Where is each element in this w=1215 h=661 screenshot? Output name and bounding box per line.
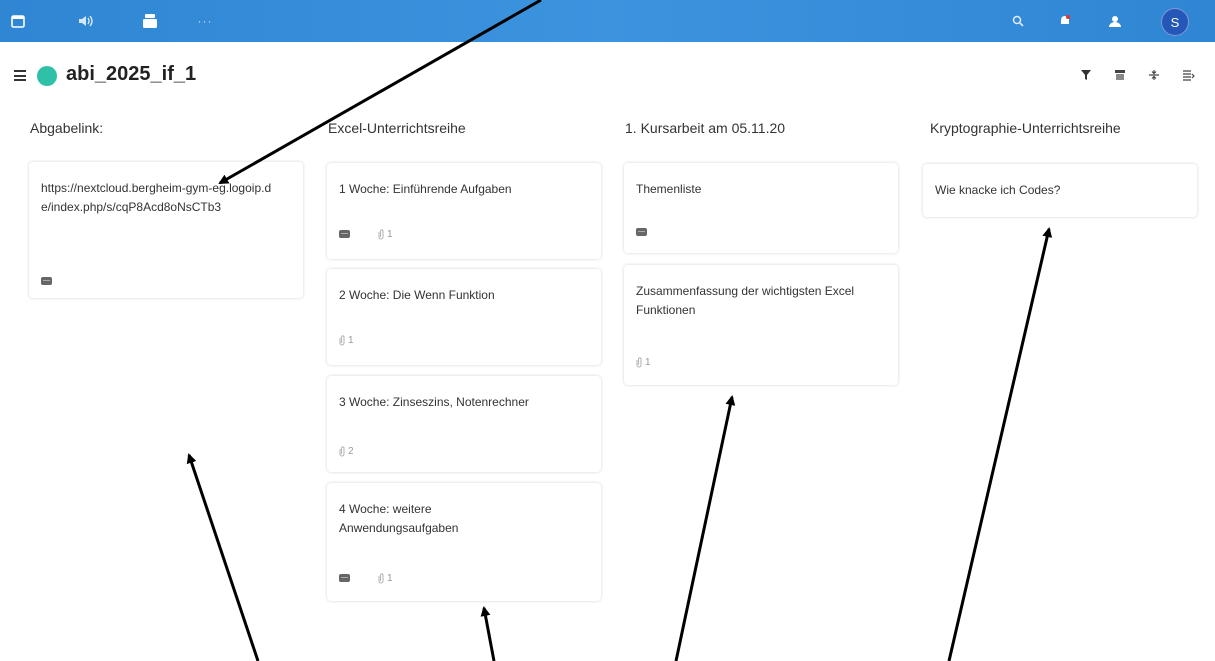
paperclip-icon: [636, 356, 642, 367]
notifications-icon[interactable]: [1057, 11, 1073, 31]
comment-icon: [636, 228, 647, 236]
stack-title: Excel-Unterrichtsreihe: [328, 120, 466, 136]
comment-icon: [339, 574, 350, 582]
stack-title: Abgabelink:: [30, 120, 104, 136]
card-title: 1 Woche: Einführende Aufgaben: [339, 182, 512, 196]
calendar-icon[interactable]: [10, 11, 26, 31]
card-title: Wie knacke ich Codes?: [935, 183, 1061, 197]
attachment-badge: 1: [378, 573, 393, 584]
card-title: Zusammenfassung der wichtigsten Excel Fu…: [636, 284, 855, 317]
card-title: Themenliste: [636, 182, 702, 196]
card[interactable]: Zusammenfassung der wichtigsten Excel Fu…: [624, 265, 898, 385]
audio-icon[interactable]: [76, 11, 96, 31]
card-title: 4 Woche: weitere Anwendungsaufgaben: [339, 502, 459, 535]
attachment-badge: 1: [636, 357, 651, 368]
arrow: [947, 227, 1053, 661]
details-icon[interactable]: [1182, 68, 1196, 82]
attachment-count: 1: [645, 356, 651, 368]
avatar-initial: S: [1170, 14, 1180, 30]
card[interactable]: 2 Woche: Die Wenn Funktion 1: [327, 269, 601, 365]
stack-title: Kryptographie-Unterrichtsreihe: [930, 120, 1121, 136]
search-icon[interactable]: [1010, 11, 1026, 31]
paperclip-icon: [339, 445, 345, 456]
top-navigation-bar: ··· S: [0, 0, 1215, 42]
contacts-icon[interactable]: [1107, 11, 1123, 31]
card[interactable]: Themenliste: [624, 163, 898, 253]
arrow: [674, 395, 736, 661]
board-color-dot: [37, 66, 57, 86]
archive-icon[interactable]: [1114, 68, 1128, 82]
attachment-count: 1: [387, 572, 393, 584]
more-icon[interactable]: ···: [195, 11, 215, 31]
paperclip-icon: [339, 334, 345, 345]
attachment-badge: 1: [378, 229, 393, 240]
filter-icon[interactable]: [1080, 68, 1094, 82]
arrow: [480, 606, 496, 661]
deck-icon[interactable]: [140, 11, 160, 31]
paperclip-icon: [378, 228, 384, 239]
card[interactable]: 3 Woche: Zinseszins, Notenrechner 2: [327, 376, 601, 472]
stack-title: 1. Kursarbeit am 05.11.20: [625, 120, 786, 136]
menu-icon[interactable]: [14, 70, 26, 81]
stack-kursarbeit: 1. Kursarbeit am 05.11.20: [623, 118, 903, 138]
board-title: abi_2025_if_1: [66, 63, 197, 85]
comment-icon: [339, 230, 350, 238]
comment-icon: [41, 277, 52, 285]
card[interactable]: Wie knacke ich Codes?: [923, 164, 1197, 217]
stack-abgabelink: Abgabelink:: [28, 118, 308, 138]
board-header: abi_2025_if_1: [0, 58, 1215, 94]
card[interactable]: 4 Woche: weitere Anwendungsaufgaben 1: [327, 483, 601, 601]
user-avatar[interactable]: S: [1161, 8, 1189, 36]
card[interactable]: https://nextcloud.bergheim-gym-eg.logoip…: [29, 162, 303, 298]
collapse-icon[interactable]: [1148, 68, 1162, 82]
card-title: https://nextcloud.bergheim-gym-eg.logoip…: [41, 181, 272, 214]
stack-kryptographie: Kryptographie-Unterrichtsreihe: [928, 118, 1208, 138]
attachment-count: 1: [348, 334, 354, 346]
card-title: 3 Woche: Zinseszins, Notenrechner: [339, 395, 529, 409]
card[interactable]: 1 Woche: Einführende Aufgaben 1: [327, 163, 601, 259]
stack-excel-unterrichtsreihe: Excel-Unterrichtsreihe: [326, 118, 606, 138]
paperclip-icon: [378, 572, 384, 583]
arrow: [186, 453, 260, 661]
attachment-count: 2: [348, 445, 354, 457]
annotation-arrows: [186, 0, 1053, 661]
card-title: 2 Woche: Die Wenn Funktion: [339, 288, 495, 302]
attachment-count: 1: [387, 228, 393, 240]
attachment-badge: 1: [339, 335, 354, 346]
attachment-badge: 2: [339, 446, 354, 457]
